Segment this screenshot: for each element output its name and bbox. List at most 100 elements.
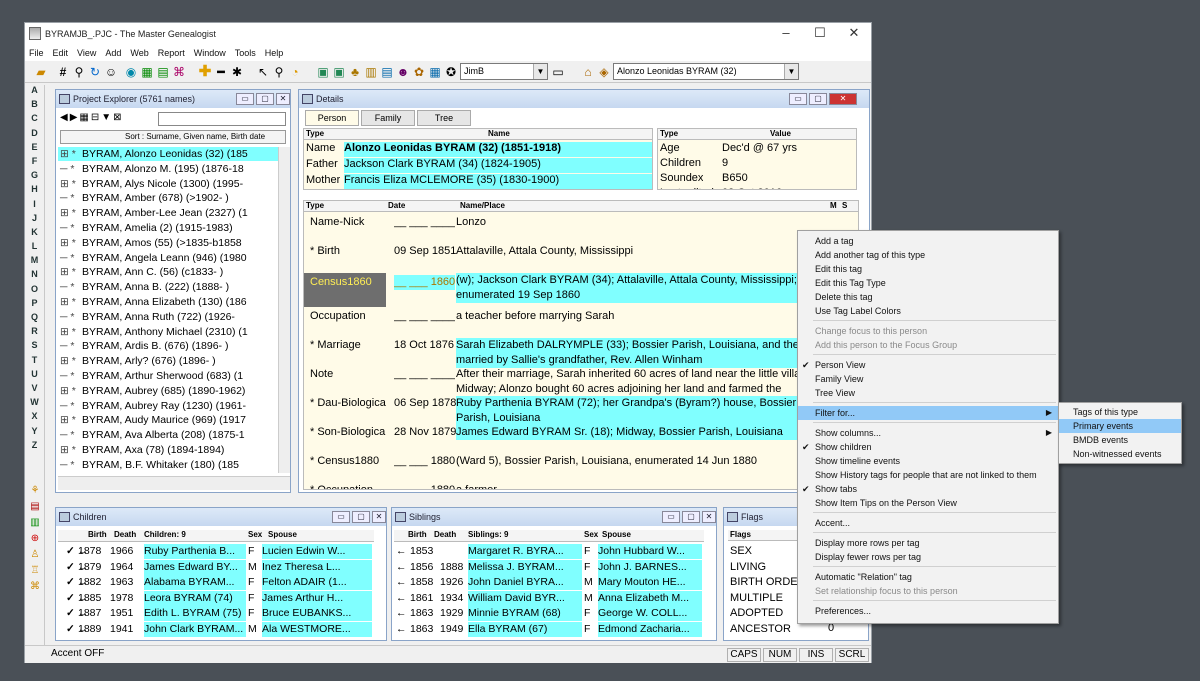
- menu-item[interactable]: Delete this tag: [798, 290, 1058, 304]
- sort-combo[interactable]: Sort : Surname, Given name, Birth date: [60, 130, 286, 144]
- explorer-item[interactable]: ─ * BYRAM, Angela Leann (946) (1980: [58, 251, 278, 265]
- explorer-item[interactable]: ⊞ * BYRAM, Anna Elizabeth (130) (186: [58, 295, 278, 309]
- explorer-item[interactable]: ⊞ * BYRAM, Arly? (676) (1896- ): [58, 354, 278, 368]
- alpha-i[interactable]: I: [25, 199, 44, 213]
- explorer-item[interactable]: ─ * BYRAM, Alonzo M. (195) (1876-18: [58, 162, 278, 176]
- children-row[interactable]: ✓ ← 1882 1963 Alabama BYRAM... F Felton ADAIR…: [58, 575, 374, 590]
- minimize-icon[interactable]: ▭: [236, 93, 254, 105]
- explorer-nav[interactable]: ◀▶▦⊟▼⊠: [60, 112, 123, 123]
- tool4-icon[interactable]: ⊕: [28, 531, 42, 547]
- binoculars-icon[interactable]: ⚲: [71, 64, 87, 80]
- siblings-row[interactable]: ← 1856 1888 Melissa J. BYRAM... F John J. BAR…: [394, 559, 704, 575]
- people2-icon[interactable]: ☻: [395, 64, 411, 80]
- rel-name[interactable]: Francis Eliza MCLEMORE (35) (1830-1900): [344, 174, 652, 189]
- tool2-icon[interactable]: ▤: [28, 499, 42, 515]
- layout2-icon[interactable]: ▣: [331, 64, 347, 80]
- menu-item[interactable]: Set relationship focus to this person: [798, 584, 1058, 598]
- explorer-item[interactable]: ⊞ * BYRAM, Axa (78) (1894-1894): [58, 443, 278, 457]
- menu-item[interactable]: Add this person to the Focus Group: [798, 338, 1058, 352]
- minimize-icon[interactable]: ▭: [789, 93, 807, 105]
- event-place[interactable]: Ruby Parthenia BYRAM (72); her Grandpa's…: [456, 396, 852, 426]
- explorer-item[interactable]: ─ * BYRAM, Ardis B. (676) (1896- ): [58, 339, 278, 353]
- restore-icon[interactable]: ▢: [256, 93, 274, 105]
- menu-file[interactable]: File: [29, 48, 44, 58]
- tool7-icon[interactable]: ⌘: [28, 579, 42, 595]
- alpha-w[interactable]: W: [25, 397, 44, 411]
- alpha-q[interactable]: Q: [25, 312, 44, 326]
- menu-item[interactable]: Filter for... ▶: [798, 406, 1058, 420]
- add-icon[interactable]: ✚: [197, 64, 213, 80]
- alpha-l[interactable]: L: [25, 241, 44, 255]
- rel-name[interactable]: Alonzo Leonidas BYRAM (32) (1851-1918): [344, 142, 652, 157]
- explorer-item[interactable]: ─ * BYRAM, Ava Alberta (208) (1875-1: [58, 428, 278, 442]
- close-icon[interactable]: ✕: [372, 511, 386, 523]
- compass-icon[interactable]: ✪: [443, 64, 459, 80]
- maximize-icon[interactable]: ☐: [803, 23, 837, 45]
- alpha-e[interactable]: E: [25, 142, 44, 156]
- tree-icon[interactable]: ♣: [347, 64, 363, 80]
- menu-item[interactable]: Use Tag Label Colors: [798, 304, 1058, 318]
- alpha-s[interactable]: S: [25, 340, 44, 354]
- people-icon[interactable]: ☺: [103, 64, 119, 80]
- event-type[interactable]: * Birth: [304, 244, 386, 259]
- event-place[interactable]: After their marriage, Sarah inherited 60…: [456, 367, 852, 397]
- menu-item[interactable]: ✔ Show children: [798, 440, 1058, 454]
- explorer-item[interactable]: ─ * BYRAM, B.F. Whitaker (180) (185: [58, 458, 278, 472]
- remove-icon[interactable]: ━: [213, 64, 229, 80]
- menu-item[interactable]: Display more rows per tag: [798, 536, 1058, 550]
- explorer-item[interactable]: ─ * BYRAM, Aubrey Ray (1230) (1961-: [58, 399, 278, 413]
- menu-item[interactable]: Edit this Tag Type: [798, 276, 1058, 290]
- menu-item[interactable]: Show History tags for people that are no…: [798, 468, 1058, 482]
- event-place[interactable]: James Edward BYRAM Sr. (18); Midway, Bos…: [456, 425, 852, 440]
- tab-person[interactable]: Person: [305, 110, 359, 126]
- event-place[interactable]: Lonzo: [456, 215, 852, 230]
- menu-item[interactable]: Add another tag of this type: [798, 248, 1058, 262]
- event-type[interactable]: Note: [304, 367, 386, 382]
- event-place[interactable]: a farmer: [456, 483, 852, 489]
- chart-icon[interactable]: ⌘: [171, 64, 187, 80]
- minimize-icon[interactable]: ▭: [332, 511, 350, 523]
- explorer-item[interactable]: ⊞ * BYRAM, Ann C. (56) (c1833- ): [58, 265, 278, 279]
- explorer-item[interactable]: ─ * BYRAM, Amber (678) (>1902- ): [58, 191, 278, 205]
- alpha-p[interactable]: P: [25, 298, 44, 312]
- layout1-icon[interactable]: ▣: [315, 64, 331, 80]
- report-icon[interactable]: ▤: [155, 64, 171, 80]
- chevron-down-icon[interactable]: ▼: [784, 64, 798, 79]
- explorer-item[interactable]: ⊞ * BYRAM, Anthony Michael (2310) (1: [58, 325, 278, 339]
- menu-item[interactable]: Edit this tag: [798, 262, 1058, 276]
- explorer-hscrollbar[interactable]: [58, 476, 290, 490]
- menu-item[interactable]: Show timeline events: [798, 454, 1058, 468]
- chevron-down-icon[interactable]: ▼: [533, 64, 547, 79]
- menu-window[interactable]: Window: [194, 48, 226, 58]
- event-place[interactable]: a teacher before marrying Sarah: [456, 309, 852, 324]
- menu-item[interactable]: Show Item Tips on the Person View: [798, 496, 1058, 510]
- event-type[interactable]: * Son-Biological: [304, 425, 386, 440]
- family-icon[interactable]: ▤: [379, 64, 395, 80]
- tool6-icon[interactable]: ♖: [28, 563, 42, 579]
- siblings-row[interactable]: ← 1853 Margaret R. BYRA... F John Hubbard W.…: [394, 544, 704, 559]
- explorer-scrollbar[interactable]: [278, 147, 290, 473]
- alpha-k[interactable]: K: [25, 227, 44, 241]
- event-type[interactable]: * Census1880: [304, 454, 386, 469]
- menu-item[interactable]: ✔ Person View: [798, 358, 1058, 372]
- siblings-row[interactable]: ← 1863 1949 Ella BYRAM (67) F Edmond Zacharia…: [394, 621, 704, 637]
- alpha-b[interactable]: B: [25, 99, 44, 113]
- menu-item[interactable]: Tree View: [798, 386, 1058, 400]
- alpha-u[interactable]: U: [25, 369, 44, 383]
- explorer-item[interactable]: ⊞ * BYRAM, Alonzo Leonidas (32) (185: [58, 147, 278, 161]
- calc-icon[interactable]: ▦: [139, 64, 155, 80]
- clock-icon[interactable]: ◔: [287, 64, 303, 80]
- submenu-item[interactable]: Non-witnessed events: [1059, 447, 1181, 461]
- tab-family[interactable]: Family: [361, 110, 415, 126]
- open-icon[interactable]: ▰: [33, 64, 49, 80]
- explorer-item[interactable]: ⊞ * BYRAM, Audy Maurice (969) (1917: [58, 413, 278, 427]
- menu-tools[interactable]: Tools: [235, 48, 256, 58]
- menu-report[interactable]: Report: [158, 48, 185, 58]
- explorer-item[interactable]: ⊞ * BYRAM, Amos (55) (>1835-b1858: [58, 236, 278, 250]
- menu-item[interactable]: Show columns... ▶: [798, 426, 1058, 440]
- submenu-item[interactable]: Tags of this type: [1059, 405, 1181, 419]
- alpha-g[interactable]: G: [25, 170, 44, 184]
- refresh-icon[interactable]: ↻: [87, 64, 103, 80]
- alpha-y[interactable]: Y: [25, 426, 44, 440]
- tool1-icon[interactable]: ⚘: [28, 483, 42, 499]
